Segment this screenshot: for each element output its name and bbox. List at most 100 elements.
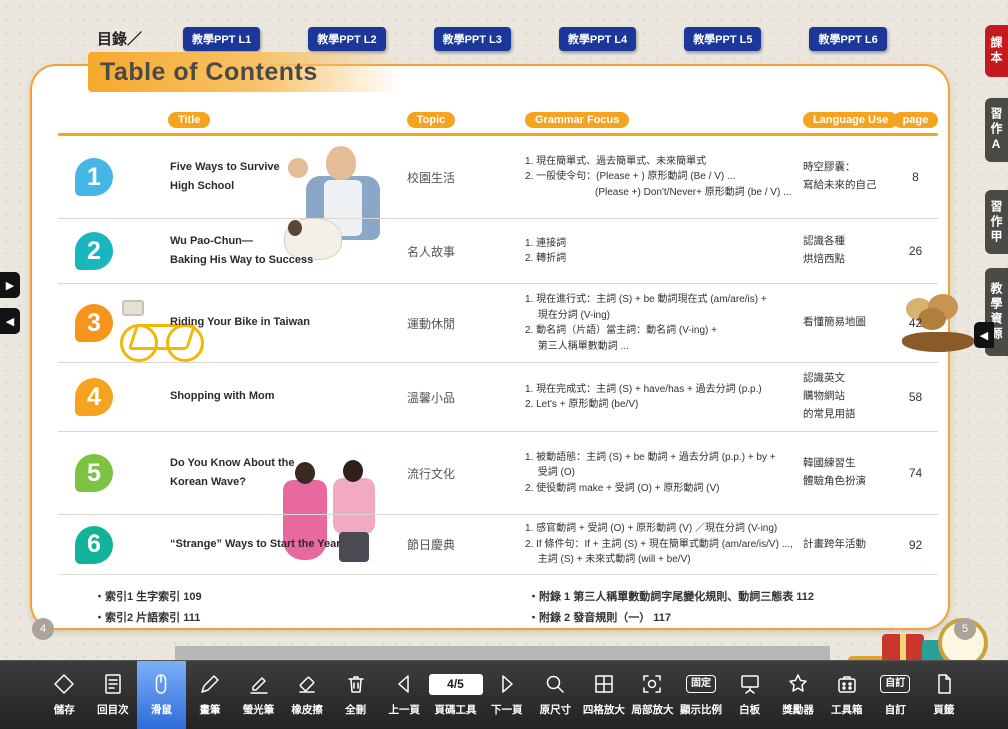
lesson-topic: 溫馨小品 [395,389,467,406]
eraser-tool-button[interactable]: 橡皮擦 [283,661,332,729]
delete-all-button[interactable]: 全刪 [331,661,380,729]
mouse-tool-button[interactable]: 滑鼠 [137,661,186,729]
display-ratio-button[interactable]: 固定 顯示比例 [677,661,726,729]
lesson-title: “Strange” Ways to Start the Year [130,535,315,554]
pen-icon [198,670,222,698]
page-tabs-button[interactable]: 頁籤 [920,661,969,729]
ppt-l4-button[interactable]: 教學PPT L4 [559,27,636,51]
reward-tool-button[interactable]: 獎勵器 [774,661,823,729]
toolbox-button[interactable]: 工具箱 [822,661,871,729]
lesson-language-use: 韓國練習生 體驗角色扮演 [803,455,893,491]
whiteboard-icon [738,670,762,698]
contents-page-card: Title Topic Grammar Focus Language Use p… [30,64,950,630]
lesson-number-badge: 3 [75,304,113,342]
pen-tool-button[interactable]: 畫筆 [186,661,235,729]
table-row: 3 Riding Your Bike in Taiwan 運動休閒 1. 現在進… [58,283,938,362]
flip-forward-button[interactable]: ▶ [0,272,20,298]
ppt-l2-button[interactable]: 教學PPT L2 [308,27,385,51]
page-number-tool[interactable]: 4/5 頁碼工具 [429,661,483,729]
column-header-language-use: Language Use [803,112,898,128]
mouse-icon [149,670,173,698]
toc-icon [101,670,125,698]
lesson-page: 26 [893,244,938,258]
lesson-title: Five Ways to Survive High School [130,158,315,197]
ppt-l5-button[interactable]: 教學PPT L5 [684,27,761,51]
lesson-number-badge: 2 [75,232,113,270]
index-note: ・索引1 生字索引 109 [94,587,528,608]
index-appendix-notes: ・索引1 生字索引 109 ・索引2 片語索引 111 ・附錄 1 第三人稱單數… [58,587,938,629]
lesson-grammar: 1. 被動語態：主詞 (S) + be 動詞 + 過去分詞 (p.p.) + b… [467,450,803,497]
highlighter-icon [247,670,271,698]
four-grid-icon [592,670,616,698]
original-size-button[interactable]: 原尺寸 [531,661,580,729]
sidebar-tab-textbook[interactable]: 課本 [985,25,1008,77]
customize-button[interactable]: 自訂 自訂 [871,661,920,729]
page-number-input[interactable]: 4/5 [429,674,483,695]
magnifier-icon [543,670,567,698]
column-header-topic: Topic [407,112,456,128]
table-row: 2 Wu Pao-Chun— Baking His Way to Success… [58,218,938,283]
column-header-page: page [893,112,939,128]
highlighter-tool-button[interactable]: 螢光筆 [234,661,283,729]
partial-zoom-button[interactable]: 局部放大 [628,661,677,729]
ratio-box-icon: 固定 [686,675,716,693]
lesson-grammar: 1. 現在完成式：主詞 (S) + have/has + 過去分詞 (p.p.)… [467,382,803,413]
column-header-title: Title [168,112,210,128]
breadcrumb: 目錄／ [97,28,142,49]
previous-page-button[interactable]: 上一頁 [380,661,429,729]
page-title-banner: Table of Contents [88,52,400,92]
ppt-l1-button[interactable]: 教學PPT L1 [183,27,260,51]
lesson-topic: 名人故事 [395,243,467,260]
flip-back-right-button[interactable]: ◀ [974,322,994,348]
lesson-page: 92 [893,538,938,552]
column-header-grammar: Grammar Focus [525,112,629,128]
lesson-title: Wu Pao-Chun— Baking His Way to Success [130,232,315,271]
lesson-language-use: 看懂簡易地圖 [803,314,893,332]
ppt-l3-button[interactable]: 教學PPT L3 [434,27,511,51]
lesson-language-use: 時空膠囊： 寫給未來的自己 [803,159,893,195]
lesson-grammar: 1. 感官動詞 + 受詞 (O) + 原形動詞 (V) ／現在分詞 (V-ing… [467,521,803,568]
ppt-button-row: 教學PPT L1 教學PPT L2 教學PPT L3 教學PPT L4 教學PP… [183,27,887,51]
bottom-toolbar: 儲存 回目次 滑鼠 畫筆 螢光筆 [0,660,1008,729]
lesson-grammar: 1. 現在簡單式、過去簡單式、未來簡單式 2. 一般使令句：(Please + … [467,154,803,201]
partial-zoom-icon [640,670,664,698]
lesson-topic: 運動休閒 [395,315,467,332]
lesson-language-use: 計畫跨年活動 [803,536,893,554]
ppt-l6-button[interactable]: 教學PPT L6 [809,27,886,51]
lesson-grammar: 1. 連接詞 2. 轉折詞 [467,236,803,267]
table-row: 6 “Strange” Ways to Start the Year 節日慶典 … [58,514,938,575]
whiteboard-button[interactable]: 白板 [725,661,774,729]
lesson-title: Do You Know About the Korean Wave? [130,454,315,493]
sidebar-tab-workbook-b[interactable]: 習作甲 [985,190,1008,254]
four-panel-zoom-button[interactable]: 四格放大 [580,661,629,729]
save-button[interactable]: 儲存 [40,661,89,729]
flip-back-button[interactable]: ◀ [0,308,20,334]
appendix-note: ・附錄 2 發音規則（一） 117 [528,608,938,629]
lesson-topic: 校園生活 [395,169,467,186]
trash-icon [344,670,368,698]
toolbox-icon [835,670,859,698]
lesson-number-badge: 1 [75,158,113,196]
star-icon [786,670,810,698]
next-page-button[interactable]: 下一頁 [483,661,532,729]
lesson-page: 58 [893,390,938,404]
save-icon [52,670,76,698]
lesson-topic: 節日慶典 [395,536,467,553]
index-note: ・索引2 片語索引 111 [94,608,528,629]
lesson-title: Riding Your Bike in Taiwan [130,313,315,332]
table-row: 4 Shopping with Mom 溫馨小品 1. 現在完成式：主詞 (S)… [58,362,938,431]
bookmark-icon [932,670,956,698]
eraser-icon [295,670,319,698]
lesson-language-use: 認識各種 烘焙西點 [803,233,893,269]
lesson-number-badge: 5 [75,454,113,492]
table-row: 1 Five Ways to Survive High School 校園生活 … [58,136,938,218]
lesson-page: 42 [893,316,938,330]
next-icon [495,670,519,698]
sidebar-tab-workbook-a[interactable]: 習作A [985,98,1008,162]
lesson-number-badge: 6 [75,526,113,564]
back-to-toc-button[interactable]: 回目次 [89,661,138,729]
lesson-grammar: 1. 現在進行式：主詞 (S) + be 動詞現在式 (am/are/is) +… [467,292,803,354]
table-header-row: Title Topic Grammar Focus Language Use p… [58,112,938,128]
lesson-title: Shopping with Mom [130,387,315,406]
custom-box-icon: 自訂 [880,675,910,693]
